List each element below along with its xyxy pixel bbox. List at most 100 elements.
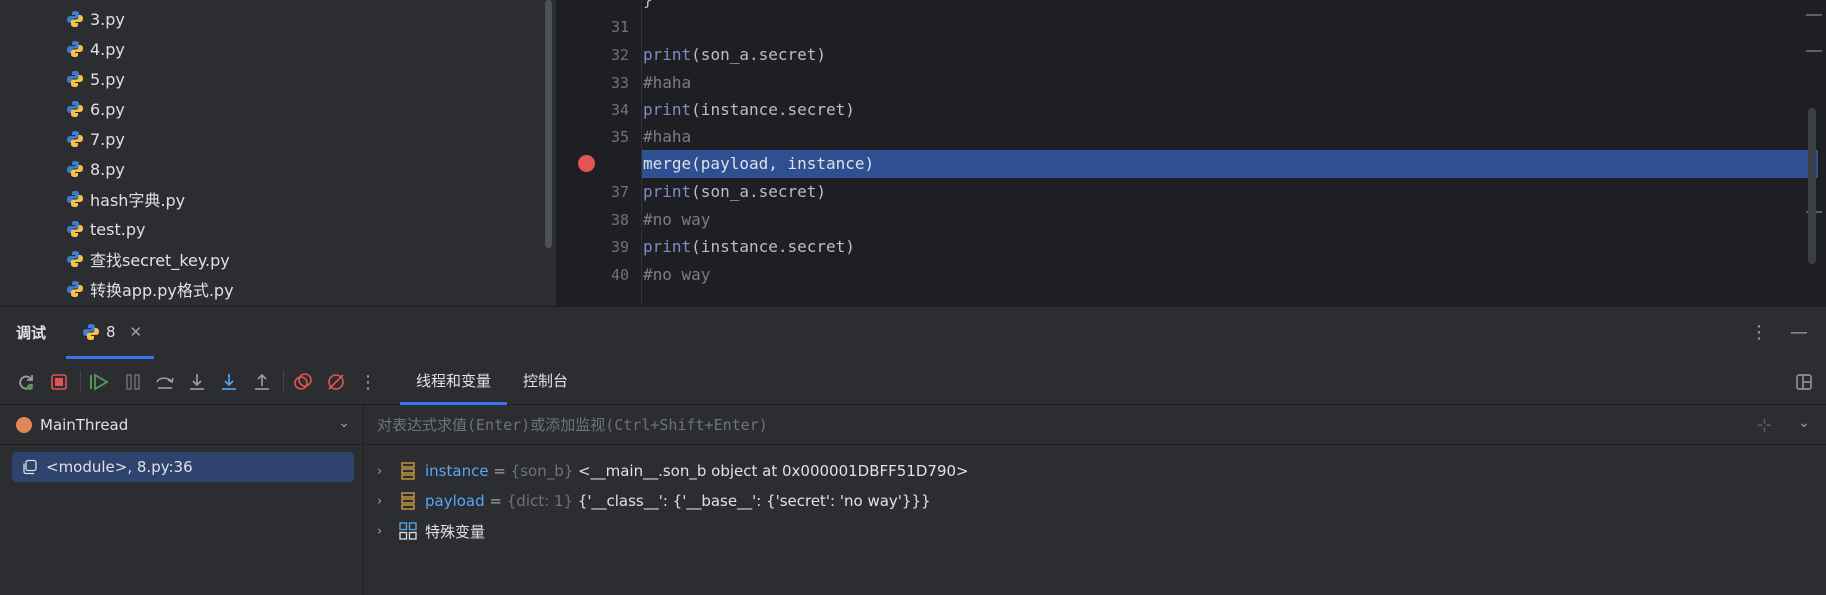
expression-input[interactable] xyxy=(377,411,1677,439)
pause-icon[interactable] xyxy=(121,370,145,394)
file-name: 7.py xyxy=(90,129,125,149)
variable-row[interactable]: › payload = {dict: 1} {'__class__': {'__… xyxy=(377,487,931,515)
stack-frame[interactable]: <module>, 8.py:36 xyxy=(12,452,354,482)
scroll-marker[interactable] xyxy=(1806,50,1822,52)
file-item[interactable]: 8.py xyxy=(66,156,125,182)
chevron-down-icon: ⌄ xyxy=(338,415,350,431)
mute-breakpoints-icon[interactable] xyxy=(324,370,348,394)
code-comment: #haha xyxy=(643,127,692,146)
close-icon[interactable]: ✕ xyxy=(130,323,143,341)
step-into-my-code-icon[interactable] xyxy=(217,370,241,394)
code-keyword: print xyxy=(643,45,692,64)
object-icon xyxy=(397,462,419,480)
debug-header: 调试 8 ✕ ⋮ — xyxy=(0,307,1826,359)
file-item[interactable]: 查找secret_key.py xyxy=(66,246,230,272)
thread-status-icon xyxy=(16,416,32,433)
code-editor[interactable]: } print(son_a.secret) #haha print(instan… xyxy=(642,0,1826,306)
variable-row[interactable]: › instance = {son_b} <__main__.son_b obj… xyxy=(377,457,969,485)
code-comment: #no way xyxy=(643,265,711,284)
line-number: 33 xyxy=(610,74,629,92)
tab-console[interactable]: 控制台 xyxy=(507,359,584,405)
python-file-icon xyxy=(67,71,83,87)
file-item[interactable]: 4.py xyxy=(66,36,125,62)
code-text: (son_a.secret) xyxy=(691,182,827,201)
thread-selector[interactable]: MainThread ⌄ xyxy=(0,405,364,445)
step-out-icon[interactable] xyxy=(250,370,274,394)
code-line: print(instance.secret) xyxy=(642,233,1818,261)
file-item[interactable]: 5.py xyxy=(66,66,125,92)
step-into-icon[interactable] xyxy=(185,370,209,394)
more-options-icon[interactable]: ⋮ xyxy=(1747,321,1771,345)
resume-icon[interactable] xyxy=(87,370,111,394)
variable-value: <__main__.son_b object at 0x000001DBFF51… xyxy=(578,462,969,480)
line-number: 32 xyxy=(610,46,629,64)
python-file-icon xyxy=(67,101,83,117)
variables-pane: ⊹ ⌄ › instance = {son_b} <__main__.son_b… xyxy=(365,405,1826,595)
chevron-right-icon[interactable]: › xyxy=(377,524,397,539)
stop-icon[interactable] xyxy=(47,370,71,394)
editor-gutter[interactable]: 31 32 33 34 35 37 38 39 40 xyxy=(556,0,642,306)
code-line: } xyxy=(642,0,1818,14)
variable-value: {'__class__': {'__base__': {'secret': 'n… xyxy=(577,492,931,510)
file-name: 6.py xyxy=(90,99,125,119)
code-text: (son_a.secret) xyxy=(691,45,827,64)
debug-title: 调试 xyxy=(16,324,47,342)
file-item[interactable]: 3.py xyxy=(66,6,125,32)
chevron-right-icon[interactable]: › xyxy=(377,464,397,479)
file-item[interactable]: 转换app.py格式.py xyxy=(66,276,234,302)
more-actions-icon[interactable]: ⋮ xyxy=(356,370,380,394)
line-number: 39 xyxy=(610,238,629,256)
expression-bar: ⊹ ⌄ xyxy=(365,405,1826,445)
layout-settings-icon[interactable] xyxy=(1792,370,1816,394)
file-name: 4.py xyxy=(90,39,125,59)
line-number: 31 xyxy=(610,18,629,36)
code-comment: #haha xyxy=(643,73,692,92)
code-text: (instance.secret) xyxy=(691,100,855,119)
special-vars-icon xyxy=(397,522,419,540)
file-name: 5.py xyxy=(90,69,125,89)
variable-type: {dict: 1} xyxy=(506,492,578,510)
chevron-down-icon[interactable]: ⌄ xyxy=(1798,415,1810,431)
project-scrollbar[interactable] xyxy=(545,0,552,248)
scroll-marker[interactable] xyxy=(1806,14,1822,16)
frame-icon xyxy=(23,459,37,475)
code-line: print(son_a.secret) xyxy=(642,178,1818,206)
add-watch-icon[interactable]: ⊹ xyxy=(1757,415,1772,436)
minimize-icon[interactable]: — xyxy=(1787,321,1811,345)
step-over-icon[interactable] xyxy=(153,370,177,394)
file-item[interactable]: 7.py xyxy=(66,126,125,152)
file-name: test.py xyxy=(90,219,146,239)
thread-name: MainThread xyxy=(40,415,129,434)
special-vars-label: 特殊变量 xyxy=(425,522,486,541)
breakpoint-icon[interactable] xyxy=(578,155,595,172)
python-file-icon xyxy=(67,281,83,297)
file-name: 3.py xyxy=(90,9,125,29)
debug-session-tab[interactable]: 8 ✕ xyxy=(66,307,154,359)
code-keyword: print xyxy=(643,237,692,256)
file-item[interactable]: 6.py xyxy=(66,96,125,122)
project-tree: 3.py 4.py 5.py 6.py 7.py 8.py hash字典.py xyxy=(0,0,556,306)
execution-line: merge(payload, instance) xyxy=(642,150,1818,178)
tab-threads-variables[interactable]: 线程和变量 xyxy=(400,359,508,405)
file-item[interactable]: hash字典.py xyxy=(66,186,185,212)
rerun-icon[interactable] xyxy=(14,370,38,394)
view-breakpoints-icon[interactable] xyxy=(291,370,315,394)
dict-icon xyxy=(397,492,419,510)
variable-name: instance xyxy=(425,462,489,480)
code-text: (instance.secret) xyxy=(691,237,855,256)
debug-toolbar: ⋮ 线程和变量 控制台 xyxy=(0,359,1826,405)
line-number: 38 xyxy=(610,211,629,229)
python-file-icon xyxy=(83,323,99,340)
variable-equals: = xyxy=(484,492,507,510)
editor-scrollbar[interactable] xyxy=(1808,108,1816,264)
session-tab-label: 8 xyxy=(106,322,116,341)
variable-equals: = xyxy=(488,462,511,480)
file-item[interactable]: test.py xyxy=(66,216,145,242)
line-number: 40 xyxy=(610,266,629,284)
line-number: 34 xyxy=(610,101,629,119)
variable-type: {son_b} xyxy=(510,462,579,480)
python-file-icon xyxy=(67,221,83,237)
chevron-right-icon[interactable]: › xyxy=(377,494,397,509)
line-number: 37 xyxy=(610,183,629,201)
variable-row[interactable]: › 特殊变量 xyxy=(377,517,485,545)
